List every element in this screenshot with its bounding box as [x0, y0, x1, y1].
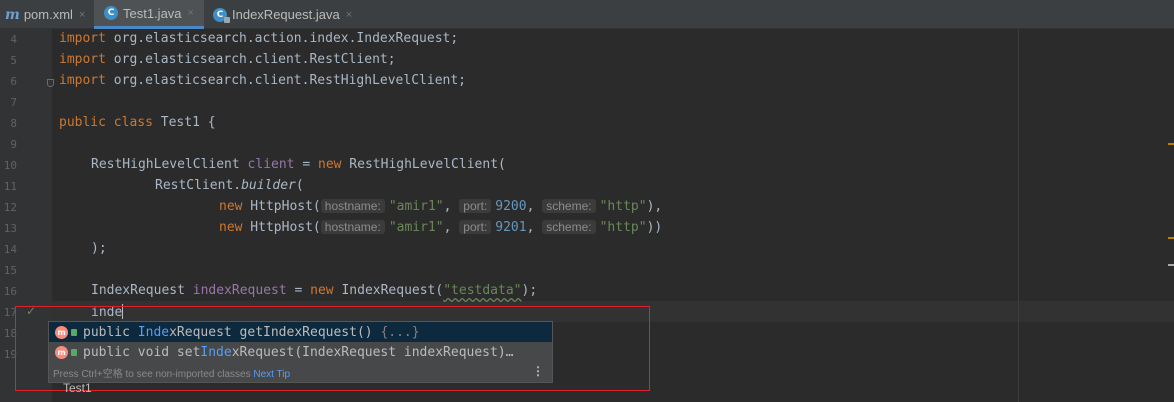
right-margin-guide — [1018, 29, 1019, 402]
code-text: HttpHost( — [242, 220, 321, 235]
breadcrumb-class-name[interactable]: Test1 — [63, 381, 92, 395]
line-number: 12 — [3, 201, 17, 214]
class-name: Test1 — [160, 115, 200, 130]
type-name: IndexRequest — [91, 283, 193, 298]
number-literal: 9201 — [495, 220, 527, 235]
close-icon[interactable]: × — [188, 7, 194, 19]
line-number: 14 — [3, 243, 17, 256]
code-line-6[interactable]: import org.elasticsearch.client.RestHigh… — [59, 73, 466, 88]
line-number: 5 — [10, 54, 17, 67]
line-number: 10 — [3, 159, 17, 172]
line-number: 9 — [10, 138, 17, 151]
code-line-12[interactable]: new HttpHost(hostname: "amir1", port: 9200… — [219, 199, 662, 214]
line-number: 4 — [10, 33, 17, 46]
line-number: 15 — [3, 264, 17, 277]
warning-marker[interactable] — [1168, 237, 1174, 239]
line-number: 13 — [3, 222, 17, 235]
code-text: ); — [521, 283, 538, 298]
code-text: org.elasticsearch.action.index.IndexRequ… — [105, 31, 459, 46]
keyword: new — [310, 283, 334, 298]
class-icon: C — [104, 6, 118, 20]
tab-label: IndexRequest.java — [232, 7, 340, 22]
fold-marker-icon[interactable] — [47, 79, 54, 87]
type-name: RestHighLevelClient — [91, 157, 248, 172]
tab-test1-java[interactable]: C Test1.java × — [94, 0, 204, 29]
code-text: , — [526, 220, 543, 235]
code-text: , — [526, 199, 543, 214]
string-literal: "http" — [599, 220, 647, 235]
code-text: org.elasticsearch.client.RestHighLevelCl… — [105, 73, 466, 88]
maven-icon: m — [5, 6, 20, 23]
code-line-11[interactable]: RestClient.builder( — [155, 178, 304, 193]
line-number: 7 — [10, 96, 17, 109]
keyword: class — [113, 115, 153, 130]
parameter-hint: port: — [459, 220, 492, 234]
editor-tab-bar: m pom.xml × C Test1.java × C IndexReques… — [0, 0, 1174, 29]
class-name: RestClient. — [155, 178, 242, 193]
line-number: 11 — [3, 180, 17, 193]
method-name: builder — [241, 178, 296, 193]
code-line-5[interactable]: import org.elasticsearch.client.RestClie… — [59, 52, 396, 67]
code-text: { — [199, 115, 216, 130]
parameter-hint: scheme: — [542, 199, 596, 213]
tab-label: pom.xml — [23, 7, 73, 22]
tab-indexrequest-java[interactable]: C IndexRequest.java × — [205, 0, 360, 29]
code-line-16[interactable]: IndexRequest indexRequest = new IndexReq… — [91, 283, 537, 298]
field-name: client — [247, 157, 295, 172]
keyword: public — [59, 115, 106, 130]
code-text: , — [443, 199, 460, 214]
tab-pom-xml[interactable]: m pom.xml × — [0, 0, 90, 29]
keyword: new — [318, 157, 342, 172]
number-literal: 9200 — [495, 199, 527, 214]
code-text: HttpHost( — [242, 199, 321, 214]
keyword: import — [59, 73, 106, 88]
line-number: 6 — [10, 75, 17, 88]
parameter-hint: hostname: — [320, 220, 385, 234]
line-number: 16 — [3, 285, 17, 298]
string-literal: "amir1" — [388, 220, 444, 235]
parameter-hint: hostname: — [320, 199, 385, 213]
string-literal: "http" — [599, 199, 647, 214]
library-class-icon: C — [213, 7, 230, 23]
code-line-8[interactable]: public class Test1 { — [59, 115, 216, 130]
code-text: IndexRequest( — [333, 283, 444, 298]
code-line-4[interactable]: import org.elasticsearch.action.index.In… — [59, 31, 458, 46]
keyword: import — [59, 52, 106, 67]
code-text: , — [443, 220, 460, 235]
string-literal: "amir1" — [388, 199, 444, 214]
close-icon[interactable]: × — [346, 9, 352, 21]
code-text: = — [294, 157, 318, 172]
caret-position-marker — [1168, 264, 1174, 266]
code-line-10[interactable]: RestHighLevelClient client = new RestHig… — [91, 157, 506, 172]
parameter-hint: scheme: — [542, 220, 596, 234]
keyword: new — [219, 199, 243, 214]
code-text: RestHighLevelClient( — [341, 157, 506, 172]
warning-marker[interactable] — [1168, 143, 1174, 145]
code-line-14[interactable]: ); — [91, 241, 107, 256]
close-icon[interactable]: × — [79, 9, 85, 21]
string-literal: "testdata" — [443, 283, 522, 298]
line-number: 8 — [10, 117, 17, 130]
parameter-hint: port: — [459, 199, 492, 213]
code-text: = — [286, 283, 311, 298]
tab-label: Test1.java — [123, 5, 182, 21]
code-text: )) — [646, 220, 663, 235]
keyword: import — [59, 31, 106, 46]
keyword: new — [219, 220, 243, 235]
code-line-13[interactable]: new HttpHost(hostname: "amir1", port: 9201… — [219, 220, 662, 235]
field-name: indexRequest — [192, 283, 287, 298]
code-text: ( — [295, 178, 304, 193]
code-text: org.elasticsearch.client.RestClient; — [105, 52, 396, 67]
code-text: ), — [646, 199, 663, 214]
annotation-highlight-box — [15, 306, 650, 391]
